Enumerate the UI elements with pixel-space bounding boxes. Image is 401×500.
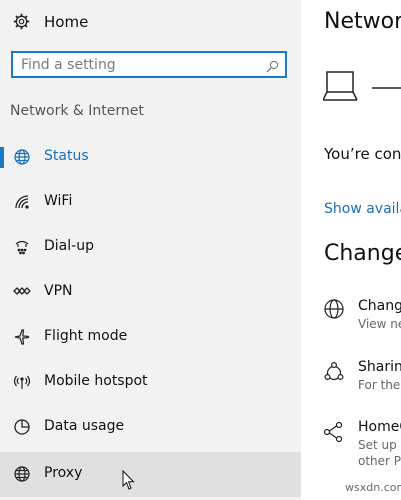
airplane-icon (13, 328, 31, 346)
vpn-icon (13, 283, 31, 301)
laptop-icon (322, 70, 401, 106)
active-indicator (0, 147, 4, 168)
gear-icon (13, 13, 30, 30)
section-title: Network & Internet (10, 103, 144, 119)
globe-icon (13, 148, 31, 166)
search-icon[interactable] (266, 58, 279, 73)
option-description: For the n (358, 378, 401, 392)
connection-status-text: You’re con (324, 145, 401, 163)
change-adapter-option[interactable]: Change (358, 298, 401, 314)
option-description: other PC (358, 454, 401, 468)
sidebar-item-label: Status (44, 148, 89, 164)
sidebar-item-status[interactable]: Status (0, 135, 301, 180)
home-button[interactable]: Home (0, 5, 301, 39)
dialup-icon (13, 238, 31, 256)
sidebar-item-data-usage[interactable]: Data usage (0, 405, 301, 450)
sidebar-item-label: Data usage (44, 418, 125, 434)
sidebar-item-dialup[interactable]: Dial-up (0, 225, 301, 270)
sharing-icon (323, 361, 345, 383)
sidebar-item-label: Proxy (44, 465, 83, 481)
hotspot-icon (13, 373, 31, 391)
option-description: View ne (358, 317, 401, 331)
search-input[interactable] (21, 55, 261, 75)
wifi-icon (13, 193, 31, 211)
globe-icon (13, 465, 31, 483)
adapter-icon (323, 298, 345, 320)
home-label: Home (44, 13, 89, 31)
sidebar-item-label: Flight mode (44, 328, 128, 344)
sidebar-item-mobile-hotspot[interactable]: Mobile hotspot (0, 360, 301, 405)
sidebar-item-vpn[interactable]: VPN (0, 270, 301, 315)
sharing-option[interactable]: Sharing (358, 359, 401, 375)
change-settings-heading: Change (324, 241, 401, 266)
show-available-networks-link[interactable]: Show availab (324, 201, 401, 217)
watermark: wsxdn.com (345, 481, 401, 494)
settings-window: Home Network & Internet (0, 0, 401, 500)
data-usage-icon (13, 418, 31, 436)
sidebar-item-label: VPN (44, 283, 73, 299)
search-box (11, 51, 287, 78)
sidebar: Home Network & Internet (0, 0, 301, 500)
sidebar-item-label: Mobile hotspot (44, 373, 148, 389)
sidebar-item-label: Dial-up (44, 238, 94, 254)
sidebar-item-label: WiFi (44, 193, 73, 209)
sidebar-item-wifi[interactable]: WiFi (0, 180, 301, 225)
main-pane: Network You’re con Show availab Change C… (301, 0, 401, 500)
sidebar-item-flight-mode[interactable]: Flight mode (0, 315, 301, 360)
sidebar-item-proxy[interactable]: Proxy (0, 452, 301, 497)
homegroup-icon (323, 421, 345, 443)
mouse-cursor-icon (122, 469, 136, 492)
homegroup-option[interactable]: HomeG (358, 419, 401, 435)
page-title: Network (324, 9, 401, 34)
option-description: Set up a (358, 438, 401, 452)
